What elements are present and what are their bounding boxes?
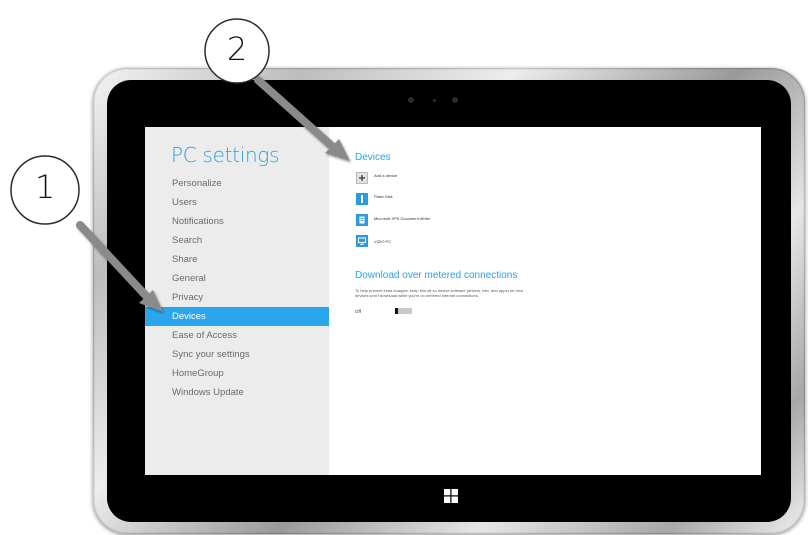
callout-overlay: [10, 18, 350, 312]
callout-2-arrow: [254, 76, 350, 161]
callout-2-number: 2: [226, 30, 248, 68]
callout-1-number: 1: [34, 168, 56, 206]
callout-1-arrow: [76, 221, 163, 312]
